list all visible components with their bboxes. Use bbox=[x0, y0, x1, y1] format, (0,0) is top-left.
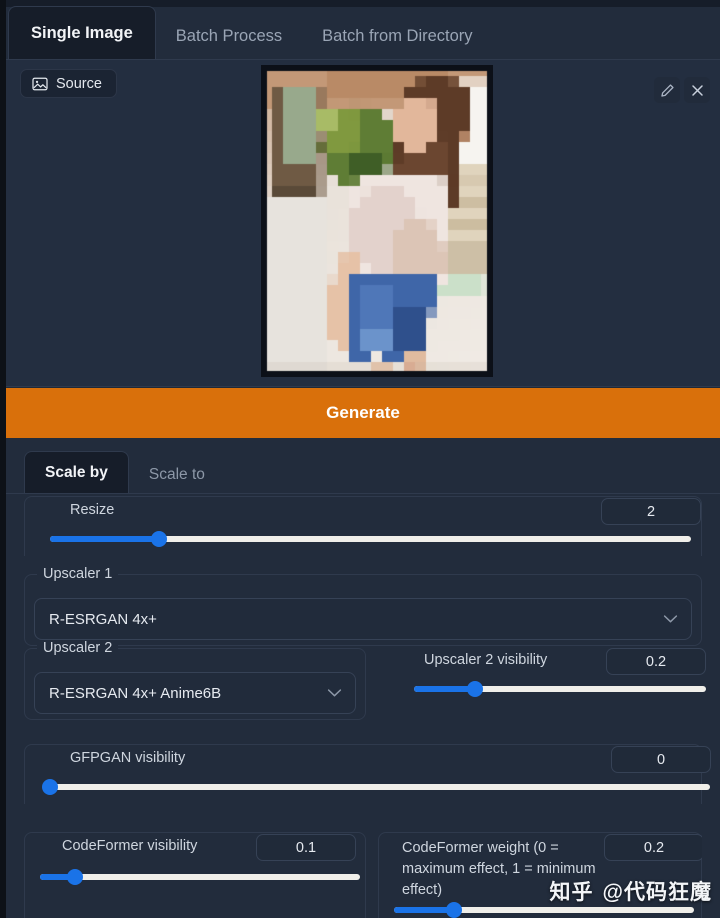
image-preview[interactable] bbox=[261, 65, 493, 377]
close-image-button[interactable] bbox=[684, 77, 710, 103]
source-chip-label: Source bbox=[56, 75, 102, 92]
gfpgan-visibility-thumb[interactable] bbox=[42, 779, 58, 795]
codeformer-visibility-track bbox=[40, 874, 360, 880]
codeformer-weight-label: CodeFormer weight (0 = maximum effect, 1… bbox=[402, 840, 596, 899]
upscaler-1-legend: Upscaler 1 bbox=[37, 566, 119, 582]
resize-slider[interactable] bbox=[50, 531, 691, 547]
top-tabs-row: Single Image Batch Process Batch from Di… bbox=[0, 6, 720, 60]
generate-button[interactable]: Generate bbox=[6, 388, 720, 438]
tab-batch-process[interactable]: Batch Process bbox=[156, 13, 302, 59]
resize-value[interactable]: 2 bbox=[601, 498, 701, 525]
codeformer-visibility-label: CodeFormer visibility bbox=[62, 838, 198, 854]
image-icon bbox=[32, 77, 48, 91]
gfpgan-visibility-track bbox=[50, 784, 710, 790]
codeformer-visibility-value[interactable]: 0.1 bbox=[256, 834, 356, 861]
upscaler-2-select[interactable]: R-ESRGAN 4x+ Anime6B bbox=[34, 672, 356, 714]
codeformer-weight-thumb[interactable] bbox=[446, 902, 462, 918]
window-left-edge bbox=[0, 0, 6, 918]
tab-single-image-label: Single Image bbox=[31, 23, 133, 42]
codeformer-visibility-thumb[interactable] bbox=[67, 869, 84, 885]
settings-panel: Scale by Scale to Resize 2 Upscaler 1 R-… bbox=[6, 438, 720, 918]
upscaler-1-value: R-ESRGAN 4x+ bbox=[49, 610, 157, 628]
gfpgan-visibility-label: GFPGAN visibility bbox=[70, 750, 186, 766]
edit-image-button[interactable] bbox=[654, 77, 680, 103]
upscaler-2-visibility-value[interactable]: 0.2 bbox=[606, 648, 706, 675]
upscaler-2-visibility-label: Upscaler 2 visibility bbox=[424, 652, 548, 668]
resize-slider-thumb[interactable] bbox=[150, 531, 167, 547]
upscaler-2-visibility-thumb[interactable] bbox=[467, 681, 484, 697]
generate-button-label: Generate bbox=[326, 403, 400, 422]
codeformer-visibility-slider[interactable] bbox=[40, 869, 360, 885]
upscaler-1-select[interactable]: R-ESRGAN 4x+ bbox=[34, 598, 692, 640]
codeformer-weight-fill bbox=[394, 907, 454, 913]
tab-single-image[interactable]: Single Image bbox=[8, 6, 156, 59]
gfpgan-visibility-slider[interactable] bbox=[42, 779, 710, 795]
upscaler-2-visibility-slider[interactable] bbox=[414, 681, 706, 697]
resize-field: Resize 2 bbox=[24, 496, 702, 556]
chevron-down-icon bbox=[327, 685, 342, 702]
image-preview-canvas bbox=[261, 65, 493, 377]
image-drop-panel[interactable]: Source bbox=[6, 60, 720, 387]
gfpgan-visibility-value[interactable]: 0 bbox=[611, 746, 711, 773]
source-chip[interactable]: Source bbox=[20, 69, 117, 98]
upscaler-app-window: Single Image Batch Process Batch from Di… bbox=[0, 0, 720, 918]
tab-scale-by[interactable]: Scale by bbox=[24, 451, 129, 493]
close-x-icon bbox=[690, 83, 705, 98]
scale-tabs-row: Scale by Scale to bbox=[6, 451, 720, 494]
codeformer-visibility-field: CodeFormer visibility 0.1 bbox=[24, 832, 366, 918]
upscaler-2-value: R-ESRGAN 4x+ Anime6B bbox=[49, 684, 222, 702]
codeformer-weight-field: CodeFormer weight (0 = maximum effect, 1… bbox=[378, 832, 702, 918]
resize-label: Resize bbox=[70, 502, 115, 518]
upscaler-2-legend: Upscaler 2 bbox=[37, 640, 119, 656]
tab-batch-process-label: Batch Process bbox=[175, 26, 283, 45]
codeformer-weight-slider[interactable] bbox=[394, 902, 694, 918]
tab-batch-from-directory[interactable]: Batch from Directory bbox=[302, 13, 492, 59]
resize-slider-fill bbox=[50, 536, 159, 542]
image-corner-buttons bbox=[654, 77, 710, 103]
codeformer-weight-value[interactable]: 0.2 bbox=[604, 834, 702, 861]
tab-scale-by-label: Scale by bbox=[45, 463, 108, 481]
top-tab-bar: Single Image Batch Process Batch from Di… bbox=[0, 0, 720, 60]
tab-scale-to-label: Scale to bbox=[148, 466, 205, 483]
pencil-icon bbox=[660, 83, 675, 98]
gfpgan-visibility-field: GFPGAN visibility 0 bbox=[24, 744, 711, 804]
chevron-down-icon bbox=[663, 611, 678, 628]
upscaler-2-visibility-fill bbox=[414, 686, 476, 692]
upscaler-2-visibility-field: Upscaler 2 visibility 0.2 bbox=[378, 646, 706, 706]
tab-scale-to[interactable]: Scale to bbox=[129, 457, 225, 493]
tab-batch-from-directory-label: Batch from Directory bbox=[322, 26, 473, 45]
